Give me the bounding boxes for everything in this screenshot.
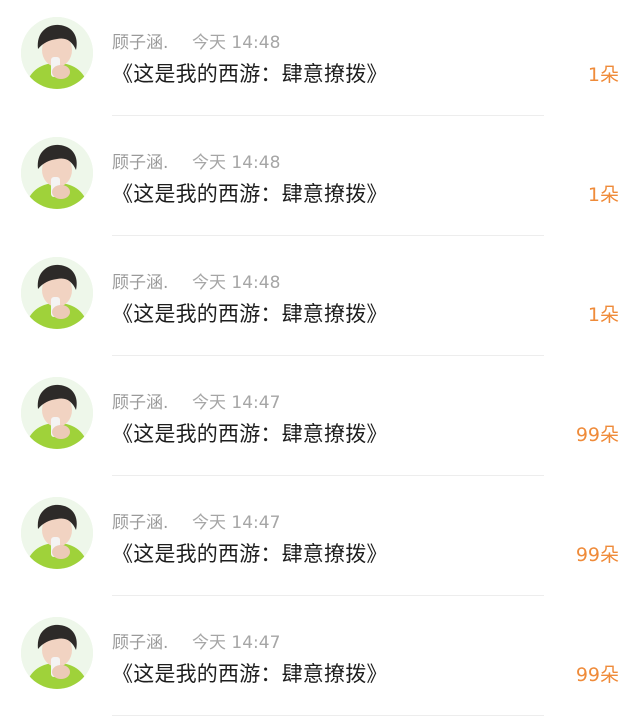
avatar[interactable] [21, 377, 93, 449]
user-avatar-icon [21, 257, 93, 329]
gift-title[interactable]: 《这是我的西游：肆意撩拨》 [112, 178, 388, 208]
username[interactable]: 顾子涵. [112, 628, 168, 653]
username[interactable]: 顾子涵. [112, 388, 168, 413]
timestamp: 今天 14:47 [192, 513, 281, 533]
avatar[interactable] [21, 17, 93, 89]
username[interactable]: 顾子涵. [112, 268, 168, 293]
flower-count: 1朵 [587, 304, 619, 326]
avatar[interactable] [21, 137, 93, 209]
user-avatar-icon [21, 497, 93, 569]
username[interactable]: 顾子涵. [112, 508, 168, 533]
timestamp: 今天 14:47 [192, 393, 281, 413]
divider [112, 235, 544, 236]
list-item[interactable]: 顾子涵. 今天 14:48 《这是我的西游：肆意撩拨》 1朵 [0, 240, 640, 360]
flower-count: 1朵 [587, 184, 619, 206]
gift-title[interactable]: 《这是我的西游：肆意撩拨》 [112, 58, 388, 88]
gift-title[interactable]: 《这是我的西游：肆意撩拨》 [112, 418, 388, 448]
user-avatar-icon [21, 617, 93, 689]
divider [112, 475, 544, 476]
flower-count: 99朵 [575, 544, 619, 566]
user-avatar-icon [21, 17, 93, 89]
avatar[interactable] [21, 497, 93, 569]
avatar[interactable] [21, 257, 93, 329]
timestamp: 今天 14:48 [192, 273, 281, 293]
user-avatar-icon [21, 377, 93, 449]
list-item[interactable]: 顾子涵. 今天 14:47 《这是我的西游：肆意撩拨》 99朵 [0, 360, 640, 480]
gift-title[interactable]: 《这是我的西游：肆意撩拨》 [112, 538, 388, 568]
avatar[interactable] [21, 617, 93, 689]
divider [112, 595, 544, 596]
list-item[interactable]: 顾子涵. 今天 14:48 《这是我的西游：肆意撩拨》 1朵 [0, 120, 640, 240]
flower-count: 99朵 [575, 424, 619, 446]
list-item[interactable]: 顾子涵. 今天 14:47 《这是我的西游：肆意撩拨》 99朵 [0, 480, 640, 600]
flower-count: 99朵 [575, 664, 619, 686]
timestamp: 今天 14:48 [192, 153, 281, 173]
timestamp: 今天 14:47 [192, 633, 281, 653]
list-item[interactable]: 顾子涵. 今天 14:47 《这是我的西游：肆意撩拨》 99朵 [0, 600, 640, 720]
username[interactable]: 顾子涵. [112, 28, 168, 53]
flower-count: 1朵 [587, 64, 619, 86]
user-avatar-icon [21, 137, 93, 209]
gift-title[interactable]: 《这是我的西游：肆意撩拨》 [112, 658, 388, 688]
divider [112, 715, 544, 716]
gift-record-list: 顾子涵. 今天 14:48 《这是我的西游：肆意撩拨》 1朵 顾子涵. 今天 1… [0, 0, 640, 716]
timestamp: 今天 14:48 [192, 33, 281, 53]
divider [112, 355, 544, 356]
gift-title[interactable]: 《这是我的西游：肆意撩拨》 [112, 298, 388, 328]
list-item[interactable]: 顾子涵. 今天 14:48 《这是我的西游：肆意撩拨》 1朵 [0, 0, 640, 120]
divider [112, 115, 544, 116]
username[interactable]: 顾子涵. [112, 148, 168, 173]
